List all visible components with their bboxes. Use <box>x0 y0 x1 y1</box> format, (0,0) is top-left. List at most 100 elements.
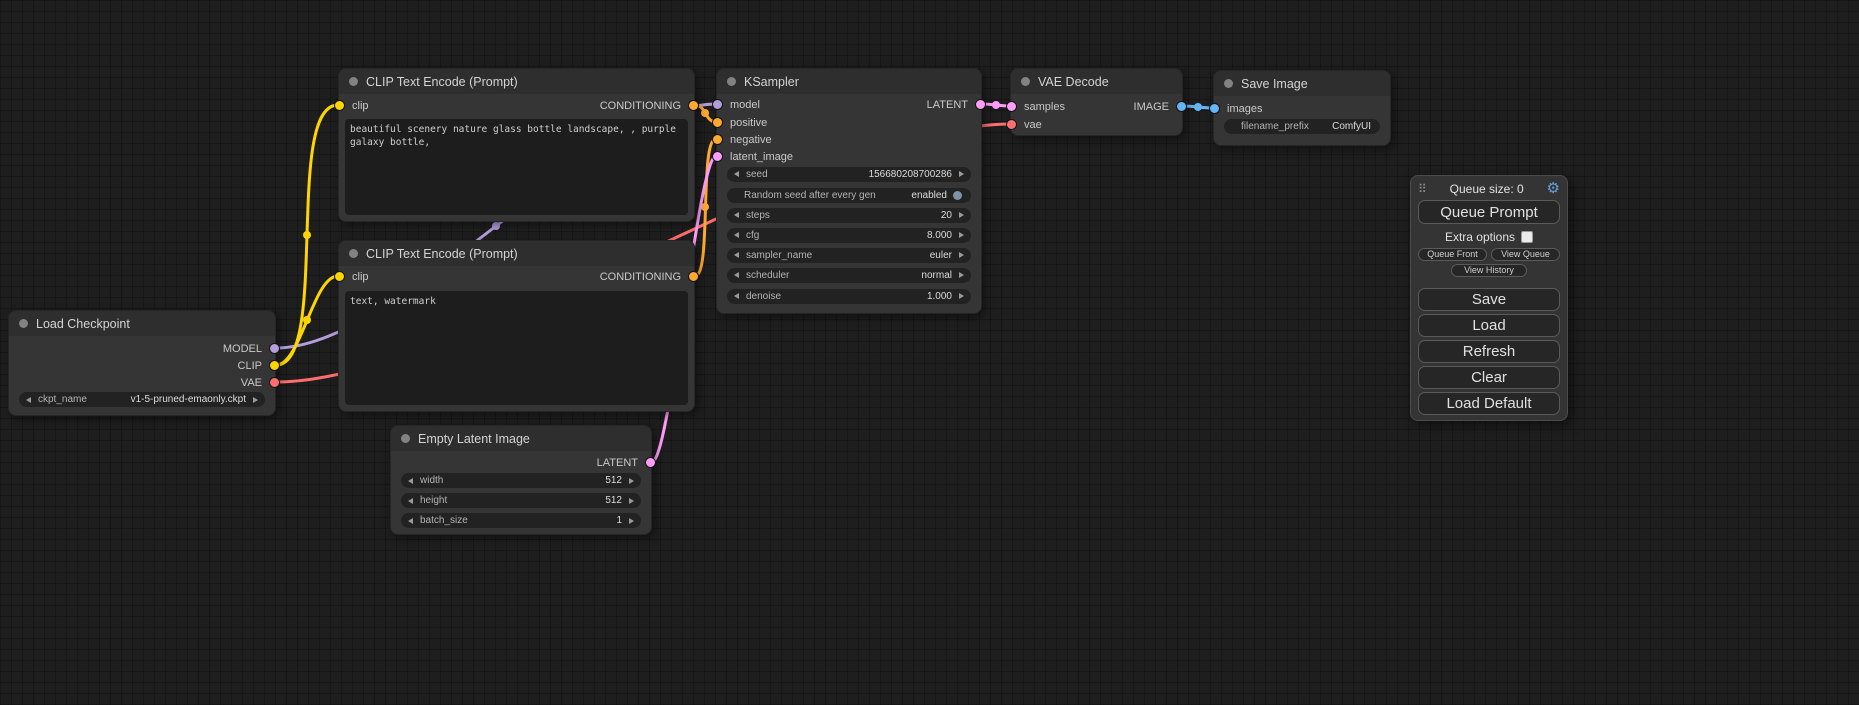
arrow-right-icon[interactable] <box>629 478 634 484</box>
latent-image-input-label: latent_image <box>730 150 793 164</box>
wire-conditioning-positive-midpoint[interactable] <box>701 109 709 117</box>
extra-options-checkbox[interactable] <box>1521 231 1533 243</box>
arrow-right-icon[interactable] <box>253 397 258 403</box>
wire-samples-midpoint[interactable] <box>992 101 1000 109</box>
wire-image-midpoint[interactable] <box>1194 103 1202 111</box>
arrow-left-icon[interactable] <box>408 478 413 484</box>
wire-clip-to-negative-midpoint[interactable] <box>303 316 311 324</box>
node-title-bar[interactable]: Empty Latent Image <box>390 425 652 451</box>
arrow-right-icon[interactable] <box>959 212 964 218</box>
model-output-port[interactable] <box>269 343 280 354</box>
prompt-text-input[interactable]: text, watermark <box>345 291 688 405</box>
denoise-widget[interactable]: denoise 1.000 <box>727 289 971 304</box>
arrow-left-icon[interactable] <box>734 212 739 218</box>
wire-model-midpoint[interactable] <box>492 222 500 230</box>
conditioning-output-label: CONDITIONING <box>600 270 681 284</box>
widget-value: 512 <box>605 475 622 486</box>
node-title-bar[interactable]: KSampler <box>716 68 982 94</box>
widget-label: filename_prefix <box>1241 121 1309 132</box>
graph-canvas[interactable]: Load Checkpoint MODEL CLIP VAE ckpt_name… <box>0 0 1859 705</box>
refresh-button[interactable]: Refresh <box>1418 340 1560 363</box>
steps-widget[interactable]: steps 20 <box>727 208 971 223</box>
positive-input-port[interactable] <box>712 117 723 128</box>
drag-handle-icon[interactable] <box>1418 180 1427 198</box>
arrow-left-icon[interactable] <box>734 293 739 299</box>
view-queue-button[interactable]: View Queue <box>1491 248 1560 261</box>
scheduler-widget[interactable]: scheduler normal <box>727 268 971 283</box>
queue-prompt-button[interactable]: Queue Prompt <box>1418 200 1560 224</box>
arrow-left-icon[interactable] <box>408 498 413 504</box>
model-input-port[interactable] <box>712 99 723 110</box>
node-save-image[interactable]: Save Image images filename_prefix ComfyU… <box>1213 70 1391 146</box>
ckpt-name-widget[interactable]: ckpt_name v1-5-pruned-emaonly.ckpt <box>19 392 265 407</box>
arrow-right-icon[interactable] <box>959 272 964 278</box>
arrow-left-icon[interactable] <box>734 272 739 278</box>
node-title-bar[interactable]: Save Image <box>1213 70 1391 96</box>
clear-button[interactable]: Clear <box>1418 366 1560 389</box>
arrow-right-icon[interactable] <box>959 252 964 258</box>
load-default-button[interactable]: Load Default <box>1418 392 1560 415</box>
extra-options-label: Extra options <box>1445 230 1515 244</box>
latent-output-port[interactable] <box>645 457 656 468</box>
arrow-right-icon[interactable] <box>629 498 634 504</box>
collapse-dot-icon[interactable] <box>349 249 358 258</box>
clip-input-port[interactable] <box>334 271 345 282</box>
clip-input-port[interactable] <box>334 100 345 111</box>
vae-input-port[interactable] <box>1006 119 1017 130</box>
node-title-bar[interactable]: CLIP Text Encode (Prompt) <box>338 68 695 94</box>
arrow-left-icon[interactable] <box>734 252 739 258</box>
collapse-dot-icon[interactable] <box>1021 77 1030 86</box>
node-clip-text-encode-positive[interactable]: CLIP Text Encode (Prompt) clip CONDITION… <box>338 68 695 222</box>
latent-output-label: LATENT <box>597 456 638 470</box>
arrow-right-icon[interactable] <box>959 232 964 238</box>
arrow-left-icon[interactable] <box>26 397 31 403</box>
conditioning-output-port[interactable] <box>688 100 699 111</box>
width-widget[interactable]: width 512 <box>401 473 641 488</box>
node-title-bar[interactable]: CLIP Text Encode (Prompt) <box>338 240 695 266</box>
arrow-right-icon[interactable] <box>959 171 964 177</box>
clip-output-port[interactable] <box>269 360 280 371</box>
collapse-dot-icon[interactable] <box>349 77 358 86</box>
load-button[interactable]: Load <box>1418 314 1560 337</box>
arrow-left-icon[interactable] <box>734 171 739 177</box>
node-vae-decode[interactable]: VAE Decode samples vae IMAGE <box>1010 68 1183 136</box>
arrow-right-icon[interactable] <box>629 518 634 524</box>
arrow-right-icon[interactable] <box>959 293 964 299</box>
control-after-generate-widget[interactable]: Random seed after every gen enabled <box>727 188 971 203</box>
vae-output-port[interactable] <box>269 377 280 388</box>
collapse-dot-icon[interactable] <box>1224 79 1233 88</box>
samples-input-port[interactable] <box>1006 101 1017 112</box>
sampler-name-widget[interactable]: sampler_name euler <box>727 248 971 263</box>
widget-label: scheduler <box>746 270 789 281</box>
node-ksampler[interactable]: KSampler model positive negative latent_… <box>716 68 982 314</box>
node-empty-latent-image[interactable]: Empty Latent Image LATENT width 512 heig… <box>390 425 652 535</box>
cfg-widget[interactable]: cfg 8.000 <box>727 228 971 243</box>
node-title-bar[interactable]: VAE Decode <box>1010 68 1183 94</box>
collapse-dot-icon[interactable] <box>19 319 28 328</box>
filename-prefix-widget[interactable]: filename_prefix ComfyUI <box>1224 119 1380 134</box>
height-widget[interactable]: height 512 <box>401 493 641 508</box>
node-title-bar[interactable]: Load Checkpoint <box>8 310 276 336</box>
negative-input-port[interactable] <box>712 134 723 145</box>
toggle-on-icon[interactable] <box>953 191 962 200</box>
queue-front-button[interactable]: Queue Front <box>1418 248 1487 261</box>
gear-icon[interactable] <box>1547 180 1560 198</box>
collapse-dot-icon[interactable] <box>727 77 736 86</box>
prompt-text-input[interactable]: beautiful scenery nature glass bottle la… <box>345 119 688 215</box>
arrow-left-icon[interactable] <box>408 518 413 524</box>
images-input-port[interactable] <box>1209 103 1220 114</box>
node-load-checkpoint[interactable]: Load Checkpoint MODEL CLIP VAE ckpt_name… <box>8 310 276 416</box>
seed-widget[interactable]: seed 156680208700286 <box>727 167 971 182</box>
image-output-port[interactable] <box>1176 101 1187 112</box>
batch-size-widget[interactable]: batch_size 1 <box>401 513 641 528</box>
negative-input-label: negative <box>730 133 772 147</box>
latent-image-input-port[interactable] <box>712 151 723 162</box>
arrow-left-icon[interactable] <box>734 232 739 238</box>
latent-output-port[interactable] <box>975 99 986 110</box>
wire-clip-to-positive-midpoint[interactable] <box>303 231 311 239</box>
save-button[interactable]: Save <box>1418 288 1560 311</box>
collapse-dot-icon[interactable] <box>401 434 410 443</box>
view-history-button[interactable]: View History <box>1451 264 1527 277</box>
conditioning-output-port[interactable] <box>688 271 699 282</box>
node-clip-text-encode-negative[interactable]: CLIP Text Encode (Prompt) clip CONDITION… <box>338 240 695 412</box>
